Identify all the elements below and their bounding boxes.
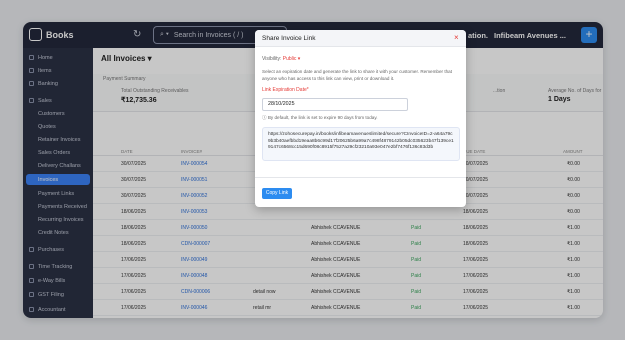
copy-link-button[interactable]: Copy Link [262,188,292,199]
dialog-header: Share Invoice Link × [255,30,466,47]
expiry-note: ⓘ By default, the link is set to expire … [262,115,378,120]
visibility-row: Visibility: Public ▾ [262,56,300,62]
expiry-label: Link Expiration Date* [262,87,309,93]
dialog-description: Select an expiration date and generate t… [262,69,452,81]
expiry-date-input[interactable]: 28/10/2025 [262,98,408,111]
share-link-text[interactable]: https://zohosecurepay.in/books/infibeama… [262,127,460,161]
visibility-label: Visibility: [262,56,282,62]
dialog-title: Share Invoice Link [262,35,316,42]
visibility-dropdown[interactable]: Public ▾ [283,56,301,62]
dialog-divider [255,177,466,178]
share-invoice-link-dialog: Share Invoice Link × Visibility: Public … [255,30,466,207]
close-icon[interactable]: × [454,33,459,42]
